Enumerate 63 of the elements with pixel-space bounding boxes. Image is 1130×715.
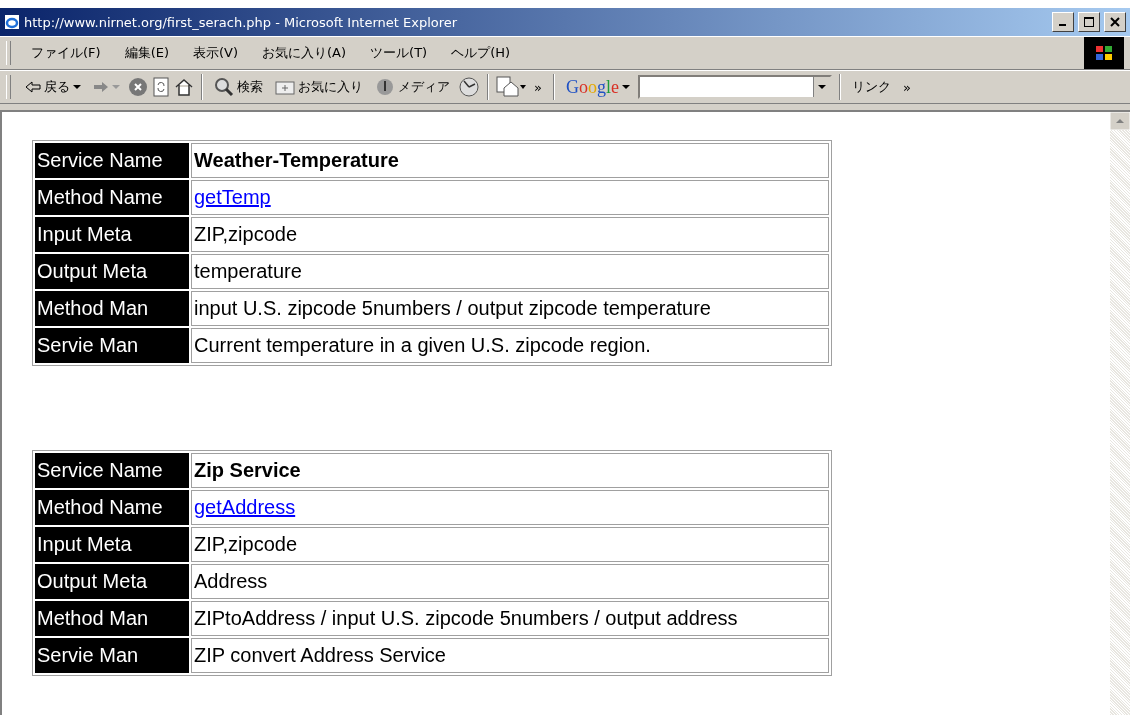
row-label: Method Man xyxy=(35,601,189,636)
mail-icon[interactable] xyxy=(496,76,526,98)
folder-icon xyxy=(275,79,295,95)
method-link[interactable]: getAddress xyxy=(194,496,296,518)
search-field[interactable] xyxy=(638,75,832,99)
maximize-button[interactable] xyxy=(1078,12,1100,32)
menu-item[interactable]: 表示(V) xyxy=(183,44,249,62)
table-cell: Zip Service xyxy=(191,453,829,488)
scrollbar[interactable] xyxy=(1110,112,1130,715)
table-cell: Current temperature in a given U.S. zipcode region. xyxy=(191,328,829,363)
table-cell: ZIP convert Address Service xyxy=(191,638,829,673)
row-label: Servie Man xyxy=(35,328,189,363)
row-label: Output Meta xyxy=(35,254,189,289)
home-icon[interactable] xyxy=(174,77,194,97)
google-button[interactable]: Google xyxy=(561,76,634,98)
table-cell: ZIP,zipcode xyxy=(191,217,829,252)
row-label: Output Meta xyxy=(35,564,189,599)
table-cell: input U.S. zipcode 5numbers / output zipcode temperature xyxy=(191,291,829,326)
more-button[interactable]: » xyxy=(530,79,546,95)
table-cell: Weather-Temperature xyxy=(191,143,829,178)
scroll-up-icon[interactable] xyxy=(1110,112,1130,130)
close-icon xyxy=(1110,17,1120,27)
menu-item[interactable]: お気に入り(A) xyxy=(252,44,357,62)
row-label: Service Name xyxy=(35,143,189,178)
favorites-button[interactable]: お気に入り xyxy=(271,78,367,96)
row-label: Method Man xyxy=(35,291,189,326)
browser-icon xyxy=(4,14,20,30)
back-button[interactable]: 戻る xyxy=(21,78,85,96)
row-label: Method Name xyxy=(35,180,189,215)
table-cell: ZIP,zipcode xyxy=(191,527,829,562)
table-cell: Address xyxy=(191,564,829,599)
table-cell: ZIPtoAddress / input U.S. zipcode 5numbers / output address xyxy=(191,601,829,636)
menu-item[interactable]: ツール(T) xyxy=(360,44,438,62)
search-button[interactable]: 検索 xyxy=(210,77,267,97)
menu-item[interactable]: ヘルプ(H) xyxy=(441,44,521,62)
row-label: Input Meta xyxy=(35,217,189,252)
menu-item[interactable]: ファイル(F) xyxy=(21,44,111,62)
minimize-button[interactable] xyxy=(1052,12,1074,32)
back-arrow-icon xyxy=(25,81,41,93)
caret-icon xyxy=(622,84,630,90)
table-cell: temperature xyxy=(191,254,829,289)
close-button[interactable] xyxy=(1104,12,1126,32)
row-label: Service Name xyxy=(35,453,189,488)
caret-icon xyxy=(818,84,826,90)
row-label: Input Meta xyxy=(35,527,189,562)
links-button[interactable]: リンク xyxy=(848,78,895,96)
row-label: Method Name xyxy=(35,490,189,525)
windows-logo xyxy=(1084,37,1124,69)
window-title: http://www.nirnet.org/first_serach.php - Microsoft Internet Explorer xyxy=(24,14,459,30)
links-more-button[interactable]: » xyxy=(899,79,915,95)
forward-arrow-icon xyxy=(93,81,109,93)
media-icon xyxy=(375,77,395,97)
stop-icon[interactable] xyxy=(128,77,148,97)
row-label: Servie Man xyxy=(35,638,189,673)
caret-icon xyxy=(73,84,81,90)
menu-item[interactable]: 編集(E) xyxy=(114,44,179,62)
maximize-icon xyxy=(1084,17,1094,27)
caret-icon xyxy=(112,84,120,90)
media-button[interactable]: メディア xyxy=(371,77,454,97)
method-link[interactable]: getTemp xyxy=(194,186,271,208)
search-icon xyxy=(214,77,234,97)
history-icon[interactable] xyxy=(458,76,480,98)
refresh-icon[interactable] xyxy=(152,77,170,97)
